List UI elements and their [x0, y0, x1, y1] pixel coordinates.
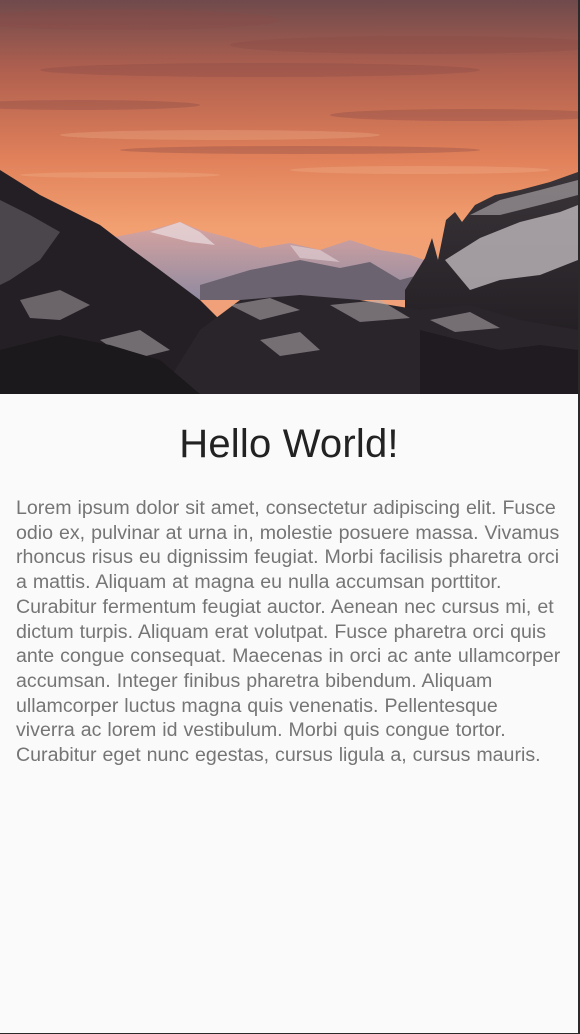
- body-paragraph: Lorem ipsum dolor sit amet, consectetur …: [16, 497, 561, 767]
- hero-image: [0, 0, 578, 394]
- mountain-sunset-image: [0, 0, 578, 394]
- main-content: Hello World! Lorem ipsum dolor sit amet,…: [0, 420, 578, 768]
- page-title: Hello World!: [179, 422, 399, 466]
- app-screen: Hello World! Lorem ipsum dolor sit amet,…: [0, 0, 580, 1034]
